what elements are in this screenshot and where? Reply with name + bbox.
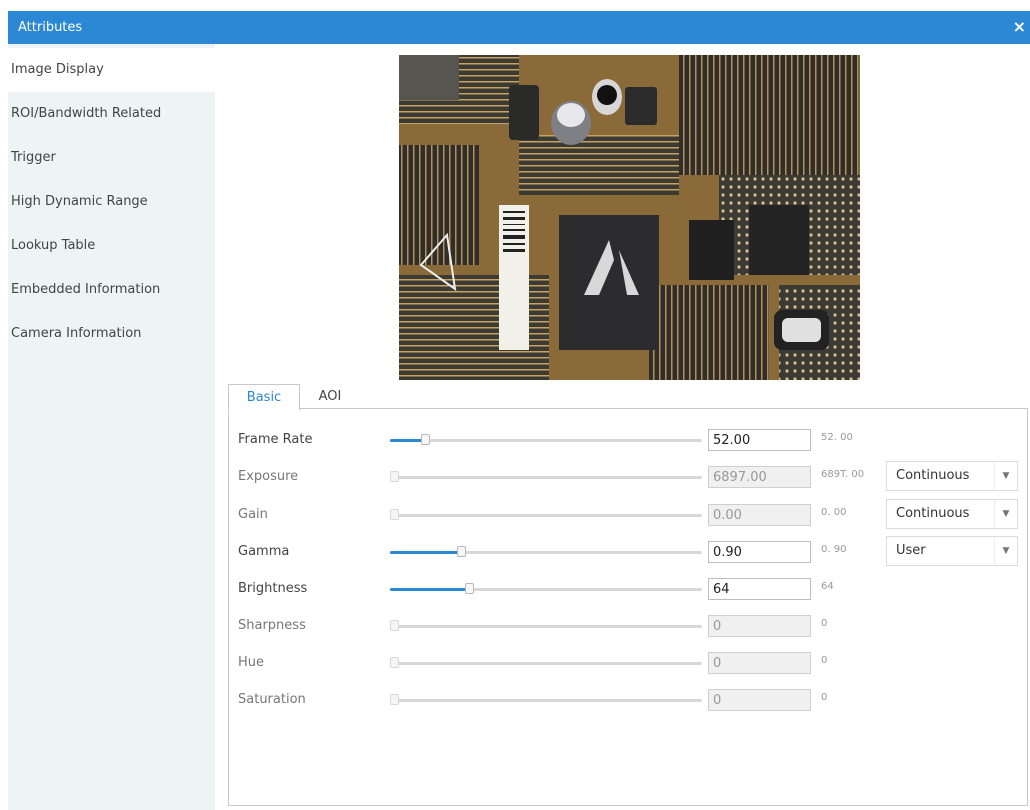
exposure-input[interactable]: 6897.00 [708, 466, 811, 488]
exposure-label: Exposure [238, 469, 299, 484]
frame-rate-row: Frame Rate 52.00 52. 00 [0, 429, 1030, 465]
hue-max: 0 [821, 655, 828, 666]
camera-preview-image [399, 55, 860, 380]
gain-mode-value: Continuous [896, 506, 970, 521]
gain-max: 0. 00 [821, 507, 847, 518]
gain-label: Gain [238, 507, 268, 522]
chevron-down-icon[interactable]: ▼ [994, 500, 1017, 528]
gain-mode-select[interactable]: Continuous ▼ [886, 499, 1018, 529]
brightness-slider[interactable] [390, 583, 702, 594]
gamma-row: Gamma 0.90 0. 90 User ▼ [0, 536, 1030, 577]
chevron-down-icon[interactable]: ▼ [994, 462, 1017, 490]
gamma-slider-fill [390, 551, 462, 554]
frame-rate-slider-handle[interactable] [421, 434, 430, 445]
brightness-max: 64 [821, 581, 834, 592]
saturation-input[interactable]: 0 [708, 689, 811, 711]
window-title: Attributes [18, 20, 83, 35]
gamma-slider[interactable] [390, 546, 702, 557]
gamma-input[interactable]: 0.90 [708, 541, 811, 563]
brightness-row: Brightness 64 64 [0, 578, 1030, 614]
sharpness-input[interactable]: 0 [708, 615, 811, 637]
frame-rate-input[interactable]: 52.00 [708, 429, 811, 451]
sharpness-label: Sharpness [238, 618, 306, 633]
hue-slider-handle[interactable] [390, 657, 399, 668]
gain-input[interactable]: 0.00 [708, 504, 811, 526]
frame-rate-slider[interactable] [390, 434, 702, 445]
gain-row: Gain 0.00 0. 00 Continuous ▼ [0, 499, 1030, 540]
tab-aoi[interactable]: AOI [300, 384, 360, 409]
exposure-row: Exposure 6897.00 689T. 00 Continuous ▼ [0, 461, 1030, 502]
gamma-max: 0. 90 [821, 544, 847, 555]
gain-slider-handle[interactable] [390, 509, 399, 520]
frame-rate-slider-fill [390, 439, 425, 442]
frame-rate-max: 52. 00 [821, 432, 853, 443]
gamma-mode-value: User [896, 543, 926, 558]
hue-row: Hue 0 0 [0, 652, 1030, 688]
sharpness-max: 0 [821, 618, 828, 629]
saturation-slider-handle[interactable] [390, 694, 399, 705]
hue-slider[interactable] [390, 657, 702, 668]
sidebar-item-embedded-information[interactable]: Embedded Information [8, 268, 215, 312]
sidebar-item-roi-bandwidth[interactable]: ROI/Bandwidth Related [8, 92, 215, 136]
sharpness-slider[interactable] [390, 620, 702, 631]
gamma-mode-select[interactable]: User ▼ [886, 536, 1018, 566]
saturation-row: Saturation 0 0 [0, 689, 1030, 725]
brightness-slider-handle[interactable] [465, 583, 474, 594]
gain-slider[interactable] [390, 509, 702, 520]
sidebar-item-high-dynamic-range[interactable]: High Dynamic Range [8, 180, 215, 224]
exposure-slider[interactable] [390, 471, 702, 482]
saturation-label: Saturation [238, 692, 306, 707]
exposure-mode-select[interactable]: Continuous ▼ [886, 461, 1018, 491]
sharpness-row: Sharpness 0 0 [0, 615, 1030, 651]
sidebar-item-lookup-table[interactable]: Lookup Table [8, 224, 215, 268]
brightness-label: Brightness [238, 581, 308, 596]
sharpness-slider-handle[interactable] [390, 620, 399, 631]
chevron-down-icon[interactable]: ▼ [994, 537, 1017, 565]
brightness-slider-fill [390, 588, 468, 591]
saturation-slider[interactable] [390, 694, 702, 705]
close-icon[interactable]: × [1013, 17, 1026, 36]
saturation-max: 0 [821, 692, 828, 703]
sidebar-item-image-display[interactable]: Image Display [8, 48, 225, 92]
brightness-input[interactable]: 64 [708, 578, 811, 600]
tab-basic[interactable]: Basic [228, 384, 300, 411]
hue-input[interactable]: 0 [708, 652, 811, 674]
exposure-slider-handle[interactable] [390, 471, 399, 482]
exposure-mode-value: Continuous [896, 468, 970, 483]
sidebar-item-trigger[interactable]: Trigger [8, 136, 215, 180]
title-bar: Attributes × [8, 11, 1030, 44]
sidebar-item-camera-information[interactable]: Camera Information [8, 312, 215, 356]
frame-rate-label: Frame Rate [238, 432, 313, 447]
gamma-slider-handle[interactable] [457, 546, 466, 557]
hue-label: Hue [238, 655, 265, 670]
exposure-max: 689T. 00 [821, 469, 865, 480]
gamma-label: Gamma [238, 544, 290, 559]
